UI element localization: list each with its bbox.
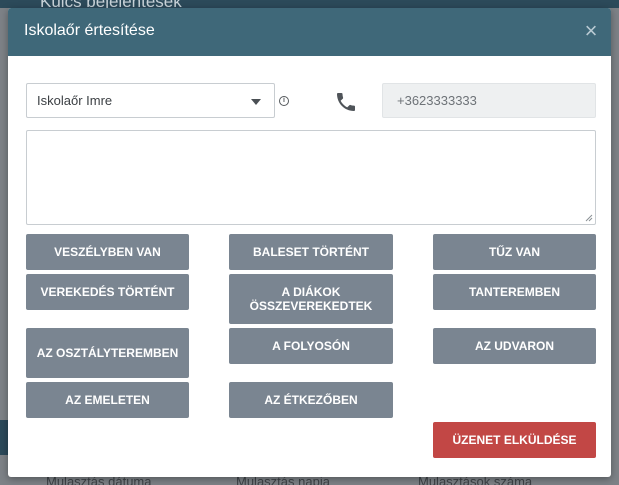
quick-message-button[interactable]: VESZÉLYBEN VAN [26,234,189,270]
quick-message-button[interactable]: BALESET TÖRTÉNT [229,234,393,270]
quick-message-button[interactable]: VEREKEDÉS TÖRTÉNT [26,274,189,310]
info-icon[interactable]: i [279,96,289,106]
quick-message-button[interactable]: TANTEREMBEN [433,274,596,310]
message-textarea[interactable] [26,130,596,225]
recipient-select-value: Iskolaőr Imre [37,93,113,108]
quick-message-button[interactable]: A DIÁKOK ÖSSZEVEREKEDTEK [229,274,393,324]
quick-message-button[interactable]: TŰZ VAN [433,234,596,270]
resize-grip-icon[interactable] [585,214,593,222]
phone-icon [337,93,355,111]
quick-message-button[interactable]: AZ ÉTKEZŐBEN [229,382,393,418]
quick-message-button[interactable]: AZ OSZTÁLYTEREMBEN [26,328,189,378]
phone-value: +3623333333 [397,93,477,108]
dialog-title: Iskolaőr értesítése [24,22,155,39]
background-side-bar [0,420,8,455]
quick-message-button[interactable]: AZ UDVARON [433,328,596,364]
quick-message-button[interactable]: AZ EMELETEN [26,382,189,418]
chevron-down-icon [251,99,261,105]
send-message-button[interactable]: ÜZENET ELKÜLDÉSE [433,422,596,458]
notify-guard-dialog: Iskolaőr értesítése × Iskolaőr Imre i +3… [8,8,611,477]
dialog-header: Iskolaőr értesítése × [8,8,611,56]
close-icon[interactable]: × [581,20,601,42]
quick-message-button[interactable]: A FOLYOSÓN [229,328,393,364]
phone-field: +3623333333 [382,83,596,118]
recipient-select[interactable]: Iskolaőr Imre [26,83,275,118]
